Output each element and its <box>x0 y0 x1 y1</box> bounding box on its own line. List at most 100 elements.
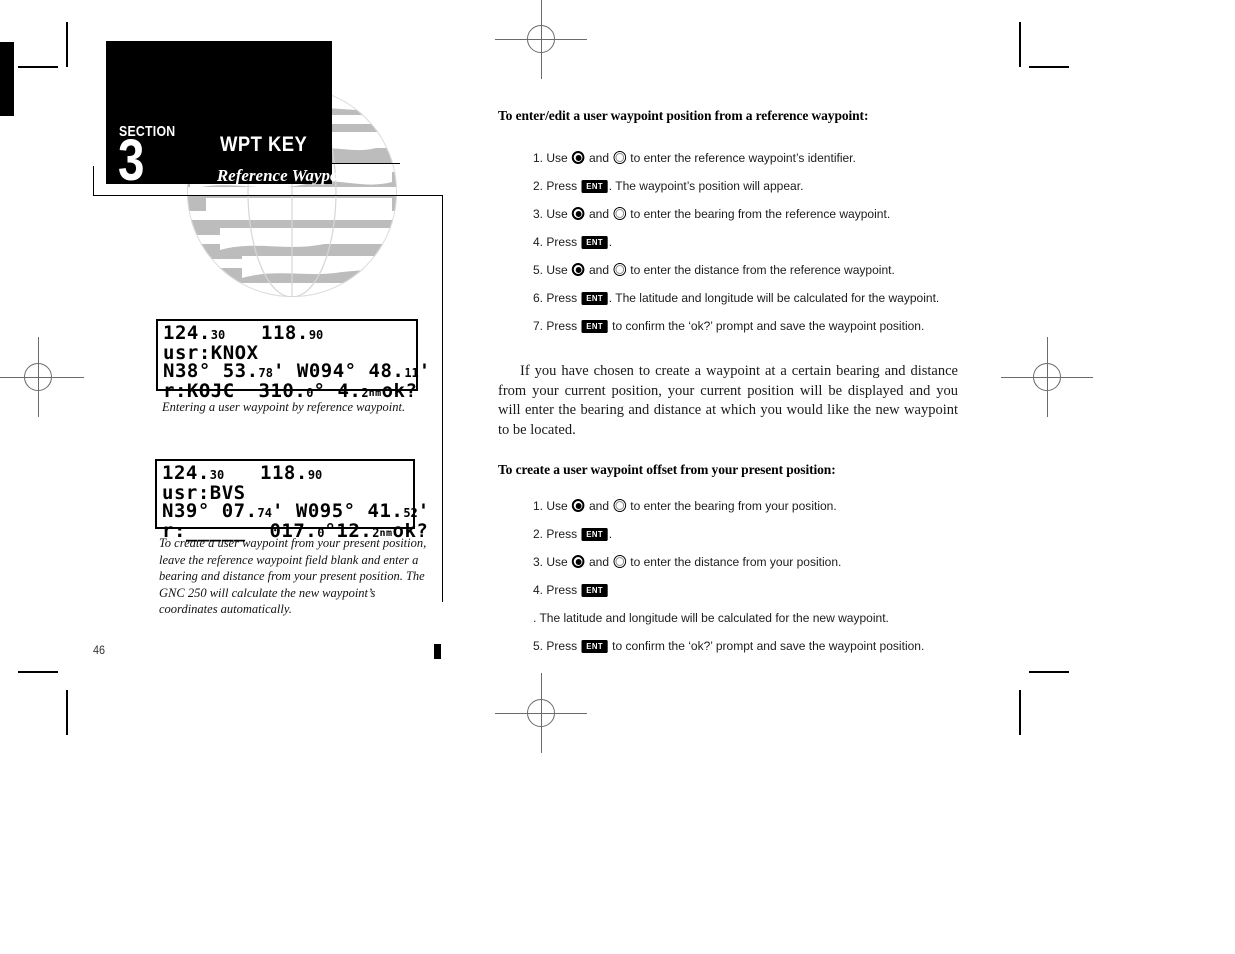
step-number: 3. <box>533 207 547 221</box>
step-item: 1. Use and to enter the bearing from you… <box>533 492 945 520</box>
steps-list-reference-waypoint: 1. Use and to enter the reference waypoi… <box>498 144 958 340</box>
bleed-bar-left <box>0 42 14 116</box>
large-knob-icon <box>572 151 585 164</box>
large-knob-icon <box>572 207 585 220</box>
lcd2-caption: To create a user waypoint from your pres… <box>159 536 427 616</box>
ent-key-icon: ENT <box>581 291 608 305</box>
small-knob-icon <box>613 263 626 276</box>
small-knob-icon <box>613 151 626 164</box>
procedure-heading-reference-waypoint: To enter/edit a user waypoint position f… <box>498 108 869 123</box>
explanatory-paragraph: If you have chosen to create a waypoint … <box>498 362 958 440</box>
step-text-before: Press <box>546 583 581 597</box>
small-knob-icon <box>613 499 626 512</box>
step-item: 5. Press ENT to confirm the ‘ok?’ prompt… <box>533 632 945 660</box>
step-text-middle: and <box>585 555 613 569</box>
step-text-before: Press <box>546 319 581 333</box>
step-text-after: . <box>608 235 613 249</box>
step-text-before: Use <box>546 207 572 221</box>
step-item: 3. Use and to enter the bearing from the… <box>533 200 945 228</box>
step-text-before: Press <box>546 235 581 249</box>
sidebar-rule-top <box>93 166 94 196</box>
paragraph-text: If you have chosen to create a waypoint … <box>498 363 958 438</box>
step-number: 5. <box>533 639 547 653</box>
steps-list-present-position: 1. Use and to enter the bearing from you… <box>498 492 958 660</box>
lcd-screen-reference-waypoint: 124.30 118.90 usr:KNOX N38° 53.78' W094°… <box>156 319 431 401</box>
step-text-middle: and <box>585 499 613 513</box>
page-title: WPT KEY <box>220 133 308 156</box>
step-number: 5. <box>533 263 547 277</box>
lcd1-line-reference-bearing-distance: r:KOJC 310.0° 4.2nmok? <box>163 380 418 402</box>
page-subtitle: Reference Waypoints <box>216 166 364 185</box>
step-text-after: to enter the distance from the reference… <box>626 263 895 277</box>
ent-key-icon: ENT <box>581 527 608 541</box>
ent-key-icon: ENT <box>581 639 608 653</box>
step-text-before: Use <box>546 555 572 569</box>
crop-mark-bottom-right-horizontal <box>1029 671 1069 673</box>
step-text-after: . The latitude and longitude will be cal… <box>533 611 889 625</box>
step-text-after: . The waypoint’s position will appear. <box>608 179 804 193</box>
step-item: 4. Press ENT . The latitude and longitude… <box>533 576 945 632</box>
step-item: 6. Press ENT. The latitude and longitude… <box>533 284 945 312</box>
small-knob-icon <box>613 555 626 568</box>
sidebar-rule-bottom <box>93 195 443 196</box>
step-item: 2. Press ENT. The waypoint’s position wi… <box>533 172 945 200</box>
step-item: 2. Press ENT. <box>533 520 945 548</box>
large-knob-icon <box>572 499 585 512</box>
step-text-before: Use <box>546 263 572 277</box>
section-tab-marker <box>434 644 441 659</box>
header-rule-right <box>332 163 400 164</box>
step-item: 1. Use and to enter the reference waypoi… <box>533 144 945 172</box>
step-text-before: Press <box>546 527 581 541</box>
registration-mark-bottom <box>495 673 587 753</box>
step-number: 1. <box>533 151 547 165</box>
step-number: 2. <box>533 527 547 541</box>
step-item: 5. Use and to enter the distance from th… <box>533 256 945 284</box>
step-text-before: Use <box>546 151 572 165</box>
lcd1-line-coordinates: N38° 53.78' W094° 48.11' <box>163 360 431 382</box>
page-number: 46 <box>93 643 106 657</box>
lcd1-line-frequencies: 124.30 118.90 <box>163 322 324 344</box>
crop-mark-top-left-vertical <box>66 22 68 67</box>
step-number: 1. <box>533 499 547 513</box>
crop-mark-top-left-horizontal <box>18 66 58 68</box>
section-number: 3 <box>118 128 145 193</box>
main-content-column: To enter/edit a user waypoint position f… <box>498 108 958 660</box>
section-header-box: SECTION 3 WPT KEY Reference Waypoints <box>106 41 364 190</box>
step-number: 6. <box>533 291 547 305</box>
step-text-before: Use <box>546 499 572 513</box>
step-text-after: to enter the bearing from the reference … <box>626 207 891 221</box>
step-number: 4. <box>533 583 547 597</box>
lcd-screen-present-position-offset: 124.30 118.90 usr:BVS N39° 07.74' W095° … <box>155 459 430 541</box>
crop-mark-bottom-left-horizontal <box>18 671 58 673</box>
step-text-after: . The latitude and longitude will be cal… <box>608 291 940 305</box>
ent-key-icon: ENT <box>581 319 608 333</box>
ent-key-icon: ENT <box>581 179 608 193</box>
procedure-heading-present-position: To create a user waypoint offset from yo… <box>498 462 836 477</box>
step-number: 2. <box>533 179 547 193</box>
step-text-after: to enter the distance from your position… <box>626 555 842 569</box>
lcd2-line-coordinates: N39° 07.74' W095° 41.52' <box>162 500 430 522</box>
crop-mark-top-right-horizontal <box>1029 66 1069 68</box>
step-text-after: to enter the bearing from your position. <box>626 499 837 513</box>
step-text-middle: and <box>585 207 613 221</box>
crop-mark-bottom-right-vertical <box>1019 690 1021 735</box>
step-text-after: to confirm the ‘ok?’ prompt and save the… <box>608 639 925 653</box>
registration-mark-left <box>0 337 84 417</box>
small-knob-icon <box>613 207 626 220</box>
large-knob-icon <box>572 555 585 568</box>
step-text-before: Press <box>546 179 581 193</box>
ent-key-icon: ENT <box>581 235 608 249</box>
step-number: 7. <box>533 319 547 333</box>
step-number: 4. <box>533 235 547 249</box>
step-text-middle: and <box>585 263 613 277</box>
step-item: 4. Press ENT. <box>533 228 945 256</box>
step-text-before: Press <box>546 291 581 305</box>
crop-mark-bottom-left-vertical <box>66 690 68 735</box>
step-text-after: . <box>608 527 613 541</box>
step-text-after: to confirm the ‘ok?’ prompt and save the… <box>608 319 925 333</box>
lcd2-line-reference-bearing-distance: r:_____ 017.0°12.2nmok? <box>162 520 429 542</box>
lcd2-line-frequencies: 124.30 118.90 <box>162 462 323 484</box>
step-item: 7. Press ENT to confirm the ‘ok?’ prompt… <box>533 312 945 340</box>
registration-mark-top <box>495 0 587 79</box>
large-knob-icon <box>572 263 585 276</box>
